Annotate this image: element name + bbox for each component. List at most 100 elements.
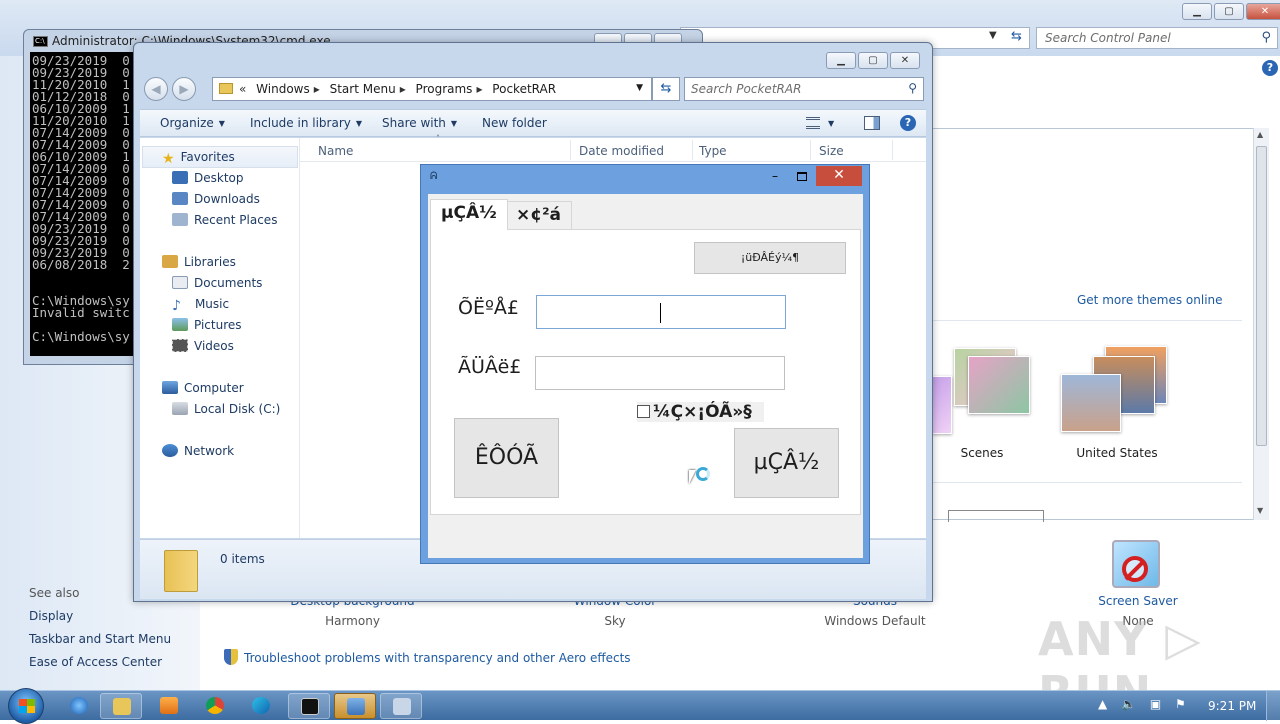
- nav-videos[interactable]: Videos: [172, 339, 234, 353]
- nav-libraries[interactable]: Libraries: [162, 255, 236, 269]
- nav-downloads[interactable]: Downloads: [172, 192, 260, 206]
- back-button[interactable]: ◀: [144, 77, 168, 101]
- include-in-library-menu[interactable]: Include in library ▼: [250, 116, 362, 130]
- nav-pictures[interactable]: Pictures: [172, 318, 242, 332]
- breadcrumb-start-menu[interactable]: Start Menu: [330, 82, 396, 96]
- tab-register[interactable]: ×¢²á: [505, 201, 572, 229]
- login-button[interactable]: µÇÂ½: [734, 428, 839, 498]
- maximize-button[interactable]: ▢: [858, 52, 888, 69]
- dialog-titlebar[interactable]: ᕱ – ✕: [421, 165, 869, 189]
- breadcrumb-programs[interactable]: Programs: [416, 82, 473, 96]
- nav-favorites[interactable]: ★ Favorites: [162, 150, 235, 167]
- close-button[interactable]: ✕: [890, 52, 920, 69]
- new-folder-button[interactable]: New folder: [482, 116, 547, 130]
- forward-button[interactable]: ▶: [172, 77, 196, 101]
- column-date-modified[interactable]: Date modified: [579, 144, 664, 158]
- share-with-menu[interactable]: Share with ▼: [382, 116, 457, 130]
- trial-button[interactable]: ÊÔÓÃ: [454, 418, 559, 498]
- column-separator[interactable]: [892, 140, 893, 160]
- search-icon[interactable]: ⚲: [908, 81, 917, 95]
- network-icon: [162, 444, 178, 457]
- chevron-down-icon[interactable]: ▼: [636, 83, 643, 93]
- search-icon[interactable]: ⚲: [1261, 30, 1271, 45]
- nav-recent-places[interactable]: Recent Places: [172, 213, 277, 227]
- system-tray: ▲ 🔈 ▣ ⚑: [1098, 697, 1196, 711]
- password-input[interactable]: [535, 356, 785, 390]
- show-hidden-icons-icon[interactable]: ▲: [1098, 697, 1107, 711]
- minimize-button[interactable]: –: [762, 168, 788, 186]
- login-dialog[interactable]: ᕱ – ✕ µÇÂ½ ×¢²á ¡üÐÂÉý¼¶ ÕËºÅ£ ÃÜÂë£ ÊÔÓ…: [420, 164, 870, 564]
- close-button[interactable]: ✕: [816, 166, 862, 186]
- network-icon[interactable]: ▣: [1150, 697, 1161, 711]
- column-type[interactable]: Type: [699, 144, 727, 158]
- scroll-up-icon[interactable]: ▲: [1257, 130, 1263, 139]
- theme-label: United States: [1076, 446, 1158, 460]
- chevron-down-icon[interactable]: ▼: [828, 119, 834, 128]
- chevron-right-icon[interactable]: ▸: [400, 82, 406, 96]
- theme-frame: [948, 510, 1044, 522]
- close-button[interactable]: ✕: [1246, 3, 1280, 20]
- explorer-search-input[interactable]: Search PocketRAR ⚲: [684, 77, 924, 101]
- tab-login[interactable]: µÇÂ½: [430, 199, 508, 230]
- account-input[interactable]: [536, 295, 786, 329]
- taskbar-ie[interactable]: [58, 693, 100, 719]
- maximize-button[interactable]: [789, 168, 815, 186]
- breadcrumb-pocketrar[interactable]: PocketRAR: [492, 82, 556, 96]
- help-icon[interactable]: ?: [900, 115, 916, 131]
- column-size[interactable]: Size: [819, 144, 844, 158]
- column-separator[interactable]: [692, 140, 693, 160]
- column-name[interactable]: Name: [318, 144, 353, 158]
- taskbar-chrome[interactable]: [194, 693, 236, 719]
- themes-scrollbar[interactable]: ▲ ▼: [1253, 128, 1269, 520]
- maximize-button[interactable]: ▢: [1214, 3, 1244, 20]
- ease-of-access-link[interactable]: Ease of Access Center: [29, 655, 162, 669]
- help-icon[interactable]: ?: [1262, 60, 1278, 76]
- screen-saver-icon[interactable]: [1112, 540, 1160, 588]
- taskbar-explorer[interactable]: [100, 693, 142, 719]
- minimize-button[interactable]: ▁: [826, 52, 856, 69]
- chevron-right-icon[interactable]: ▸: [314, 82, 320, 96]
- refresh-button[interactable]: ⇆: [652, 77, 680, 101]
- nav-desktop[interactable]: Desktop: [172, 171, 244, 185]
- chevron-right-icon[interactable]: ▸: [476, 82, 482, 96]
- taskbar-start-menu-link[interactable]: Taskbar and Start Menu: [29, 632, 171, 646]
- taskbar-cmd[interactable]: [288, 693, 330, 719]
- address-bar[interactable]: « Windows ▸ Start Menu ▸ Programs ▸ PocketR…: [212, 77, 652, 101]
- scroll-down-icon[interactable]: ▼: [1257, 506, 1263, 515]
- get-more-themes-link[interactable]: Get more themes online: [1077, 293, 1223, 307]
- taskbar-media-player[interactable]: [148, 693, 190, 719]
- checkbox-box[interactable]: [637, 405, 650, 418]
- taskbar-control-panel[interactable]: [334, 693, 376, 719]
- remember-user-checkbox[interactable]: ¼Ç×¡ÓÃ»§: [637, 402, 764, 422]
- nav-network[interactable]: Network: [162, 444, 234, 458]
- action-center-flag-icon[interactable]: ⚑: [1175, 697, 1186, 711]
- nav-documents[interactable]: Documents: [172, 276, 262, 290]
- clock[interactable]: 9:21 PM: [1208, 699, 1256, 713]
- taskbar-dialog-app[interactable]: [380, 693, 422, 719]
- organize-menu[interactable]: Organize ▼: [160, 116, 225, 130]
- volume-icon[interactable]: 🔈: [1121, 697, 1136, 711]
- control-panel-search-input[interactable]: Search Control Panel ⚲: [1036, 27, 1278, 49]
- scroll-thumb[interactable]: [1256, 146, 1267, 446]
- minimize-button[interactable]: ▁: [1182, 3, 1212, 20]
- update-button[interactable]: ¡üÐÂÉý¼¶: [694, 242, 846, 274]
- preview-pane-icon[interactable]: [864, 116, 880, 130]
- taskbar-edge[interactable]: [240, 693, 282, 719]
- chevron-icon[interactable]: «: [239, 82, 246, 96]
- troubleshoot-link[interactable]: Troubleshoot problems with transparency …: [224, 649, 631, 665]
- show-desktop-button[interactable]: [1266, 691, 1280, 721]
- chevron-down-icon[interactable]: ▼: [989, 30, 997, 41]
- refresh-icon[interactable]: ⇆: [1011, 29, 1022, 44]
- theme-united-states[interactable]: United States: [1052, 340, 1182, 460]
- column-separator[interactable]: [810, 140, 811, 160]
- column-separator[interactable]: [570, 140, 571, 160]
- start-button[interactable]: [8, 688, 44, 724]
- nav-music[interactable]: ♪ Music: [172, 297, 229, 314]
- breadcrumb-windows[interactable]: Windows: [256, 82, 310, 96]
- theme-scenes[interactable]: Scenes: [932, 340, 1032, 460]
- change-view-icon[interactable]: [806, 117, 820, 129]
- screen-saver-link[interactable]: Screen Saver: [1088, 594, 1188, 608]
- nav-computer[interactable]: Computer: [162, 381, 244, 395]
- nav-local-disk[interactable]: Local Disk (C:): [172, 402, 280, 416]
- display-link[interactable]: Display: [29, 609, 73, 623]
